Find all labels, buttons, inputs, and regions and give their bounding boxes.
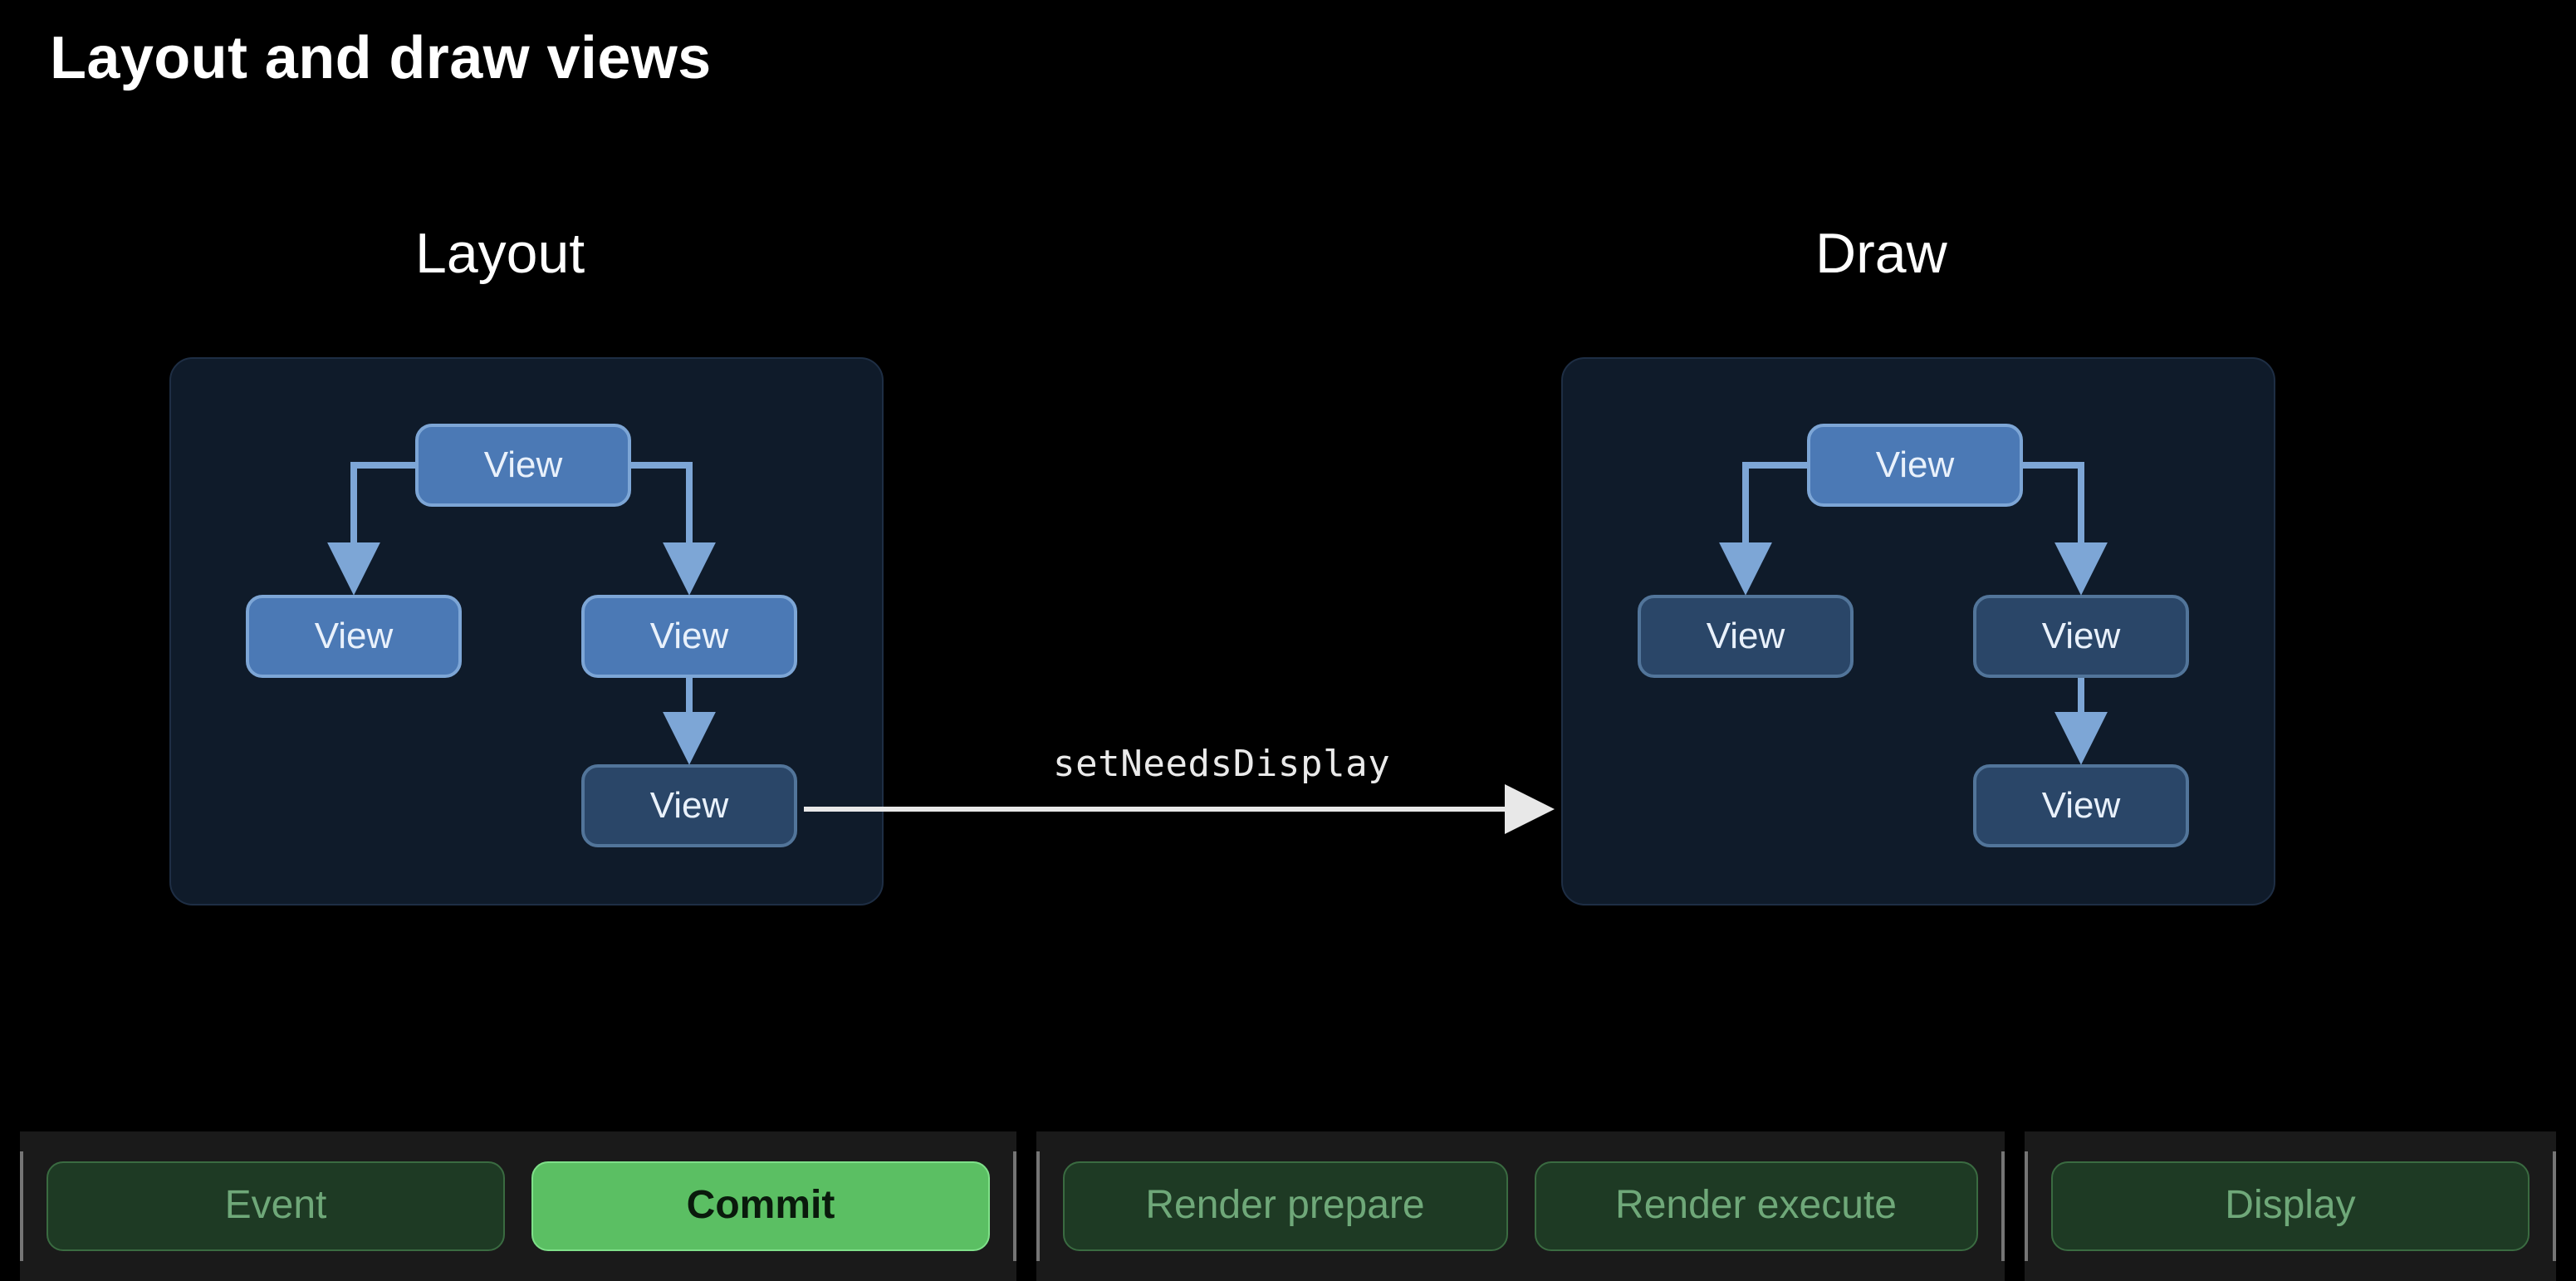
stage-render-prepare: Render prepare [1063,1161,1507,1251]
pipeline-group-render: Render prepare Render execute [1036,1131,2005,1281]
layout-left-node: View [246,595,462,678]
stage-display: Display [2051,1161,2529,1251]
draw-left-node: View [1638,595,1854,678]
draw-right-node: View [1973,595,2189,678]
draw-right-child-node: View [1973,764,2189,847]
pipeline-group-app: Event Commit [20,1131,1016,1281]
layout-right-child-node: View [581,764,797,847]
layout-right-node: View [581,595,797,678]
slide-title: Layout and draw views [50,23,712,93]
annotation-text: setNeedsDisplay [1053,744,1390,786]
layout-section-label: Layout [415,223,585,287]
draw-root-node: View [1807,424,2023,507]
stage-event: Event [47,1161,505,1251]
pipeline-bar: Event Commit Render prepare Render execu… [0,1131,2576,1281]
stage-render-execute: Render execute [1534,1161,1978,1251]
layout-root-node: View [415,424,631,507]
stage-commit: Commit [531,1161,990,1251]
pipeline-group-display: Display [2025,1131,2556,1281]
draw-section-label: Draw [1815,223,1947,287]
